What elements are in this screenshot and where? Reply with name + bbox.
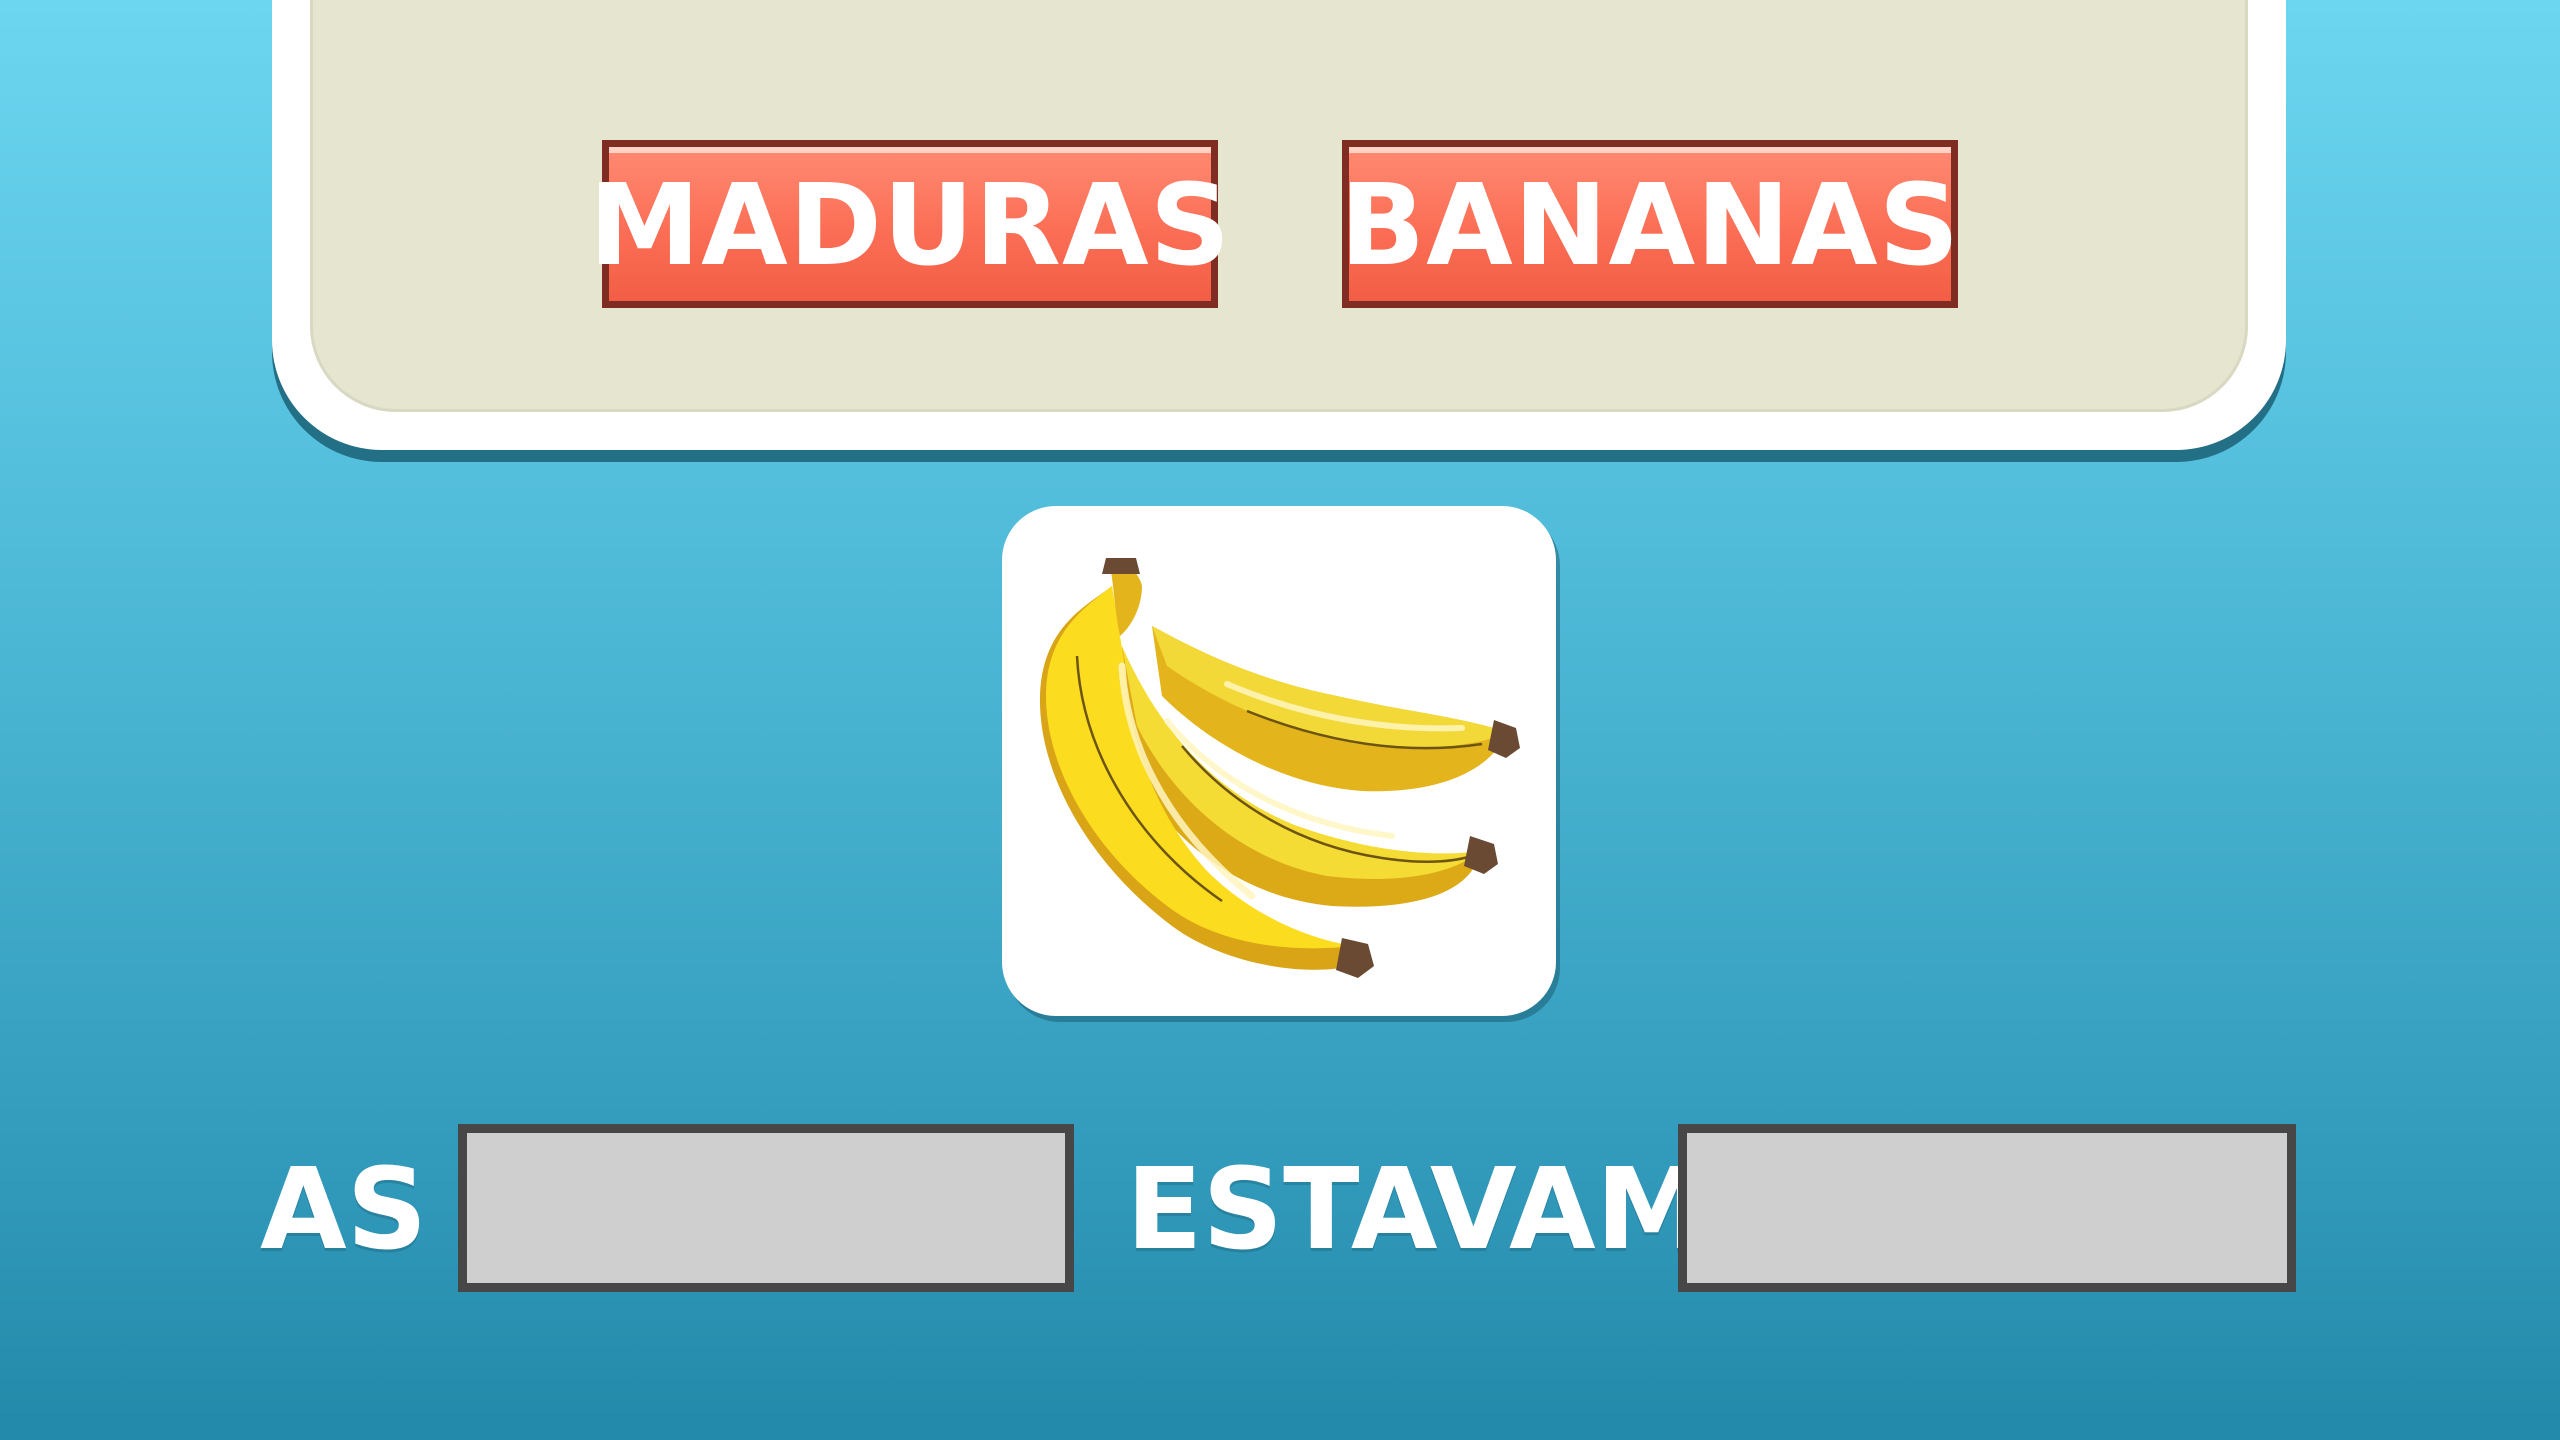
sentence-word-as: AS [260,1145,428,1275]
word-tile-bananas[interactable]: BANANAS [1339,140,1961,308]
answer-slot-1[interactable] [458,1124,1074,1292]
word-tile-label: BANANAS [1339,161,1961,291]
word-tile-label: MADURAS [588,161,1232,291]
picture-card [1002,506,1556,1016]
answer-slot-2[interactable] [1678,1124,2296,1292]
banana-bunch-icon [1039,558,1520,978]
sentence-word-estavam: ESTAVAM [1126,1145,1708,1275]
word-tile-maduras[interactable]: MADURAS [589,140,1230,308]
